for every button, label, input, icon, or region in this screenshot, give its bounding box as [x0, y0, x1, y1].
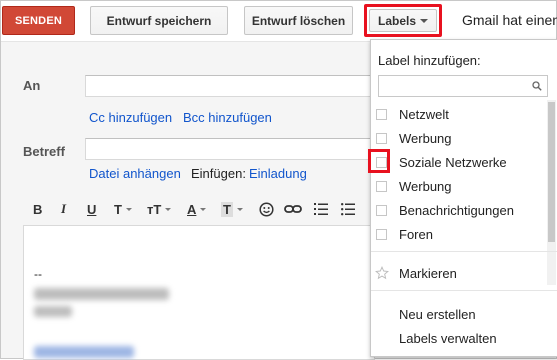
label-item-soziale-netzwerke[interactable]: Soziale Netzwerke [371, 150, 547, 174]
manage-labels-text: Labels verwalten [399, 330, 497, 346]
chevron-down-icon [125, 207, 132, 211]
label-search-input[interactable] [378, 75, 548, 97]
save-draft-button[interactable]: Entwurf speichern [90, 6, 228, 35]
numbered-list-button[interactable] [314, 200, 328, 218]
label-checkbox[interactable] [376, 228, 387, 240]
create-new-label-text: Neu erstellen [399, 306, 476, 322]
create-new-label-item[interactable]: Neu erstellen [371, 302, 547, 326]
signature-separator: -- [34, 267, 42, 281]
insert-link-button[interactable] [284, 200, 302, 218]
link-icon [284, 205, 302, 213]
subject-label: Betreff [23, 144, 65, 159]
labels-scrollbar[interactable] [547, 100, 556, 285]
manage-labels-item[interactable]: Labels verwalten [371, 326, 547, 350]
labels-button-text: Labels [377, 13, 416, 28]
to-field[interactable] [85, 75, 375, 97]
star-menu-item[interactable]: Markieren [371, 261, 547, 285]
label-item-benachrichtigungen[interactable]: Benachrichtigungen [371, 198, 547, 222]
italic-button[interactable]: I [61, 200, 66, 218]
redacted-signature-link [34, 346, 134, 358]
compose-toolbar: SENDEN Entwurf speichern Entwurf löschen… [1, 1, 557, 42]
bold-button[interactable]: B [33, 200, 42, 218]
labels-button-highlight: Labels [364, 4, 442, 37]
to-label: An [23, 78, 41, 93]
label-item-werbung-2[interactable]: Werbung [371, 174, 547, 198]
send-button[interactable]: SENDEN [2, 6, 75, 35]
underline-button[interactable]: U [87, 200, 96, 218]
label-checkbox[interactable] [376, 180, 387, 192]
label-item-text: Benachrichtigungen [399, 202, 514, 218]
star-icon [375, 266, 389, 280]
font-size-icon: тT [147, 201, 162, 217]
label-item-text: Soziale Netzwerke [399, 154, 507, 170]
text-color-icon: A [187, 201, 197, 217]
emoji-button[interactable] [259, 200, 274, 218]
invitation-link[interactable]: Einladung [249, 166, 307, 181]
scrollbar-thumb[interactable] [548, 102, 555, 242]
chevron-down-icon [236, 207, 243, 211]
chevron-down-icon [200, 207, 207, 211]
bcc-link[interactable]: Bcc hinzufügen [183, 110, 272, 125]
label-item-werbung[interactable]: Werbung [371, 126, 547, 150]
labels-button[interactable]: Labels [369, 9, 437, 32]
numbered-list-icon [314, 203, 328, 215]
chevron-down-icon [420, 18, 428, 23]
discard-draft-button[interactable]: Entwurf löschen [244, 6, 353, 35]
label-item-netzwelt[interactable]: Netzwelt [371, 102, 547, 126]
menu-title: Label hinzufügen: [378, 53, 481, 68]
compose-window: SENDEN Entwurf speichern Entwurf löschen… [0, 0, 557, 360]
smiley-icon [259, 201, 274, 217]
background-color-button[interactable]: T [221, 200, 243, 218]
window-title: Gmail hat einen [462, 12, 557, 28]
label-item-text: Werbung [399, 130, 452, 146]
labels-dropdown-menu: Label hinzufügen: Netzwelt Werbung Sozia… [370, 39, 557, 357]
menu-divider [371, 290, 557, 291]
cc-link[interactable]: Cc hinzufügen [89, 110, 172, 125]
italic-icon: I [61, 201, 67, 216]
subject-field[interactable] [85, 138, 375, 160]
bulleted-list-icon [341, 203, 355, 216]
insert-label: Einfügen: [191, 166, 246, 181]
redacted-signature-line [34, 306, 72, 317]
label-item-foren[interactable]: Foren [371, 222, 547, 246]
label-item-text: Werbung [399, 178, 452, 194]
message-body[interactable]: -- [23, 225, 375, 360]
label-checkbox[interactable] [376, 132, 387, 144]
star-item-label: Markieren [399, 265, 457, 281]
search-icon [532, 81, 542, 91]
redacted-signature-line [34, 288, 169, 300]
chevron-down-icon [165, 207, 172, 211]
background-color-icon: T [221, 201, 233, 217]
bulleted-list-button[interactable] [341, 200, 355, 218]
font-family-button[interactable]: T [114, 200, 132, 218]
label-item-text: Netzwelt [399, 106, 449, 122]
font-size-button[interactable]: тT [147, 200, 172, 218]
underline-icon: U [87, 201, 97, 217]
label-checkbox[interactable] [376, 108, 387, 120]
bold-icon: B [33, 201, 43, 217]
label-item-text: Foren [399, 226, 433, 242]
menu-divider [371, 251, 557, 252]
checkbox-highlight [368, 149, 390, 173]
label-checkbox[interactable] [376, 204, 387, 216]
font-icon: T [114, 201, 122, 217]
text-color-button[interactable]: A [187, 200, 207, 218]
attach-file-link[interactable]: Datei anhängen [89, 166, 181, 181]
